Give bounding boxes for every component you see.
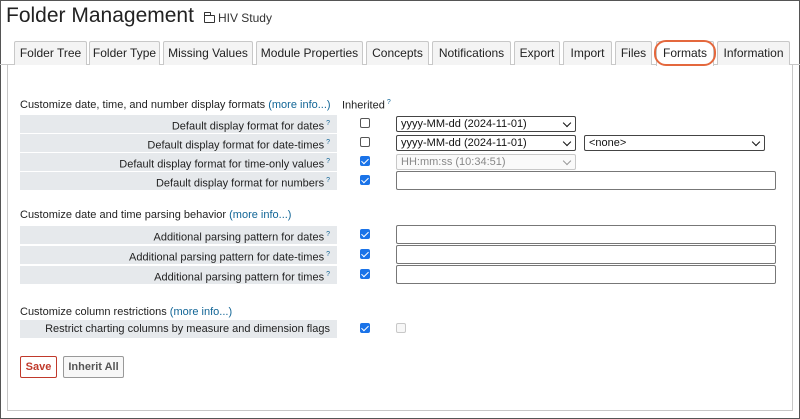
folder-name: HIV Study (217, 11, 272, 25)
inherit-checkbox-datetime-format[interactable] (360, 137, 370, 147)
number-format-input[interactable] (396, 171, 776, 190)
date-parsing-input[interactable] (396, 225, 776, 244)
inherit-checkbox-time-parsing[interactable] (360, 269, 370, 279)
inherit-checkbox-datetime-parsing[interactable] (360, 249, 370, 259)
folder-icon (203, 12, 215, 23)
folder-breadcrumb[interactable]: HIV Study (203, 11, 272, 25)
tab-formats[interactable]: Formats (656, 41, 714, 66)
formats-more-info-link[interactable]: (more info...) (268, 99, 330, 111)
tab-files[interactable]: Files (615, 41, 652, 65)
help-icon[interactable]: ? (326, 158, 330, 165)
parsing-more-info-link[interactable]: (more info...) (229, 209, 291, 221)
time-parsing-input[interactable] (396, 265, 776, 284)
chevron-down-icon (562, 156, 572, 166)
label-date-parsing: Additional parsing pattern for dates? (20, 226, 337, 244)
restrictions-section-heading: Customize column restrictions (more info… (20, 306, 233, 318)
inherit-checkbox-restrict-charting[interactable] (360, 323, 370, 333)
help-icon[interactable]: ? (387, 99, 391, 106)
tab-missing-values[interactable]: Missing Values (163, 41, 253, 65)
help-icon[interactable]: ? (326, 139, 330, 146)
formats-section-heading: Customize date, time, and number display… (20, 99, 331, 111)
label-number-format: Default display format for numbers? (20, 172, 337, 190)
date-format-select[interactable]: yyyy-MM-dd (2024-11-01) (396, 116, 576, 132)
label-restrict-charting: Restrict charting columns by measure and… (20, 320, 337, 338)
label-datetime-format: Default display format for date-times? (20, 134, 337, 152)
label-time-parsing: Additional parsing pattern for times? (20, 266, 337, 284)
chevron-down-icon (751, 137, 761, 147)
inherit-checkbox-date-format[interactable] (360, 118, 370, 128)
inherit-checkbox-date-parsing[interactable] (360, 229, 370, 239)
datetime-time-part-select[interactable]: <none> (584, 135, 765, 151)
help-icon[interactable]: ? (326, 120, 330, 127)
help-icon[interactable]: ? (326, 177, 330, 184)
restrict-charting-checkbox[interactable] (396, 323, 406, 333)
label-time-format: Default display format for time-only val… (20, 153, 337, 171)
inherit-all-button[interactable]: Inherit All (63, 356, 124, 378)
tab-folder-type[interactable]: Folder Type (89, 41, 160, 65)
label-date-format: Default display format for dates? (20, 115, 337, 133)
chevron-down-icon (562, 137, 572, 147)
label-datetime-parsing: Additional parsing pattern for date-time… (20, 246, 337, 264)
restrictions-more-info-link[interactable]: (more info...) (170, 306, 232, 318)
page-title: Folder Management (6, 4, 194, 27)
tab-notifications[interactable]: Notifications (432, 41, 511, 65)
parsing-section-heading: Customize date and time parsing behavior… (20, 209, 292, 221)
help-icon[interactable]: ? (326, 231, 330, 238)
save-button[interactable]: Save (20, 356, 57, 378)
help-icon[interactable]: ? (326, 271, 330, 278)
datetime-parsing-input[interactable] (396, 245, 776, 264)
chevron-down-icon (562, 118, 572, 128)
help-icon[interactable]: ? (326, 251, 330, 258)
tab-concepts[interactable]: Concepts (366, 41, 429, 65)
datetime-date-part-select[interactable]: yyyy-MM-dd (2024-11-01) (396, 135, 576, 151)
inherit-checkbox-time-format[interactable] (360, 156, 370, 166)
tab-import[interactable]: Import (563, 41, 612, 65)
title-row: Folder Management HIV Study (6, 4, 272, 32)
time-format-select[interactable]: HH:mm:ss (10:34:51) (396, 154, 576, 170)
tab-information[interactable]: Information (717, 41, 790, 65)
inherit-checkbox-number-format[interactable] (360, 175, 370, 185)
tab-bar: Folder Tree Folder Type Missing Values M… (0, 41, 800, 66)
inherited-column-header: Inherited? (342, 99, 391, 112)
tab-export[interactable]: Export (514, 41, 560, 65)
tab-folder-tree[interactable]: Folder Tree (14, 41, 87, 65)
tab-module-properties[interactable]: Module Properties (256, 41, 363, 65)
